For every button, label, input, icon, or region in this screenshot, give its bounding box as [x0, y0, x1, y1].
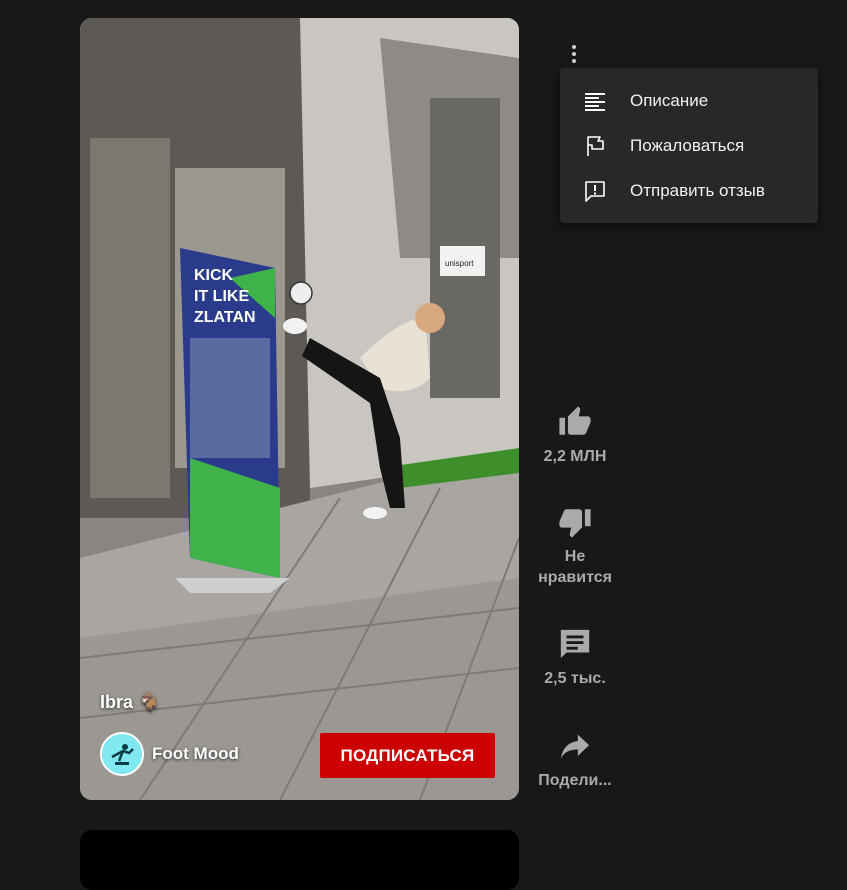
comments-button[interactable]: 2,5 тыс. [525, 624, 625, 689]
next-video-preview[interactable] [80, 830, 519, 890]
description-icon [582, 88, 608, 114]
channel-avatar[interactable] [100, 732, 144, 776]
flag-icon [582, 133, 608, 159]
share-button[interactable]: Подели... [525, 726, 625, 791]
menu-item-label: Описание [630, 90, 709, 110]
store-sign-text: unisport [445, 259, 474, 268]
options-menu: Описание Пожаловаться Отправить отзыв [560, 68, 818, 223]
menu-item-label: Отправить отзыв [630, 180, 765, 200]
comment-count: 2,5 тыс. [544, 670, 606, 687]
thumb-up-icon [555, 402, 595, 442]
subscribe-button[interactable]: ПОДПИСАТЬСЯ [320, 733, 495, 778]
share-label: Подели... [538, 772, 612, 789]
share-icon [555, 726, 595, 766]
comment-icon [555, 624, 595, 664]
dislike-label: Не нравится [538, 548, 612, 586]
menu-item-report[interactable]: Пожаловаться [560, 123, 818, 168]
channel-name[interactable]: Foot Mood [152, 744, 239, 764]
more-options-button[interactable] [560, 40, 588, 68]
shorts-video-player[interactable]: unisport KICK IT LIKE ZLATAN Ibra 🐐 Foot… [80, 18, 519, 800]
dislike-button[interactable]: Не нравится [525, 502, 625, 588]
soccer-player-logo-icon [111, 744, 134, 765]
sign-line-3: ZLATAN [194, 309, 256, 326]
sign-line-2: IT LIKE [194, 288, 249, 305]
menu-item-label: Пожаловаться [630, 135, 745, 155]
like-button[interactable]: 2,2 МЛН [525, 402, 625, 467]
like-count: 2,2 МЛН [543, 448, 607, 465]
sign-line-1: KICK [194, 267, 234, 284]
menu-item-feedback[interactable]: Отправить отзыв [560, 168, 818, 213]
thumb-down-icon [555, 502, 595, 542]
menu-item-description[interactable]: Описание [560, 78, 818, 123]
more-vert-icon [572, 45, 576, 63]
channel-info: Foot Mood [100, 732, 239, 776]
video-frame-image: unisport KICK IT LIKE ZLATAN [80, 18, 519, 800]
feedback-icon [582, 178, 608, 204]
video-caption: Ibra 🐐 [100, 692, 161, 712]
